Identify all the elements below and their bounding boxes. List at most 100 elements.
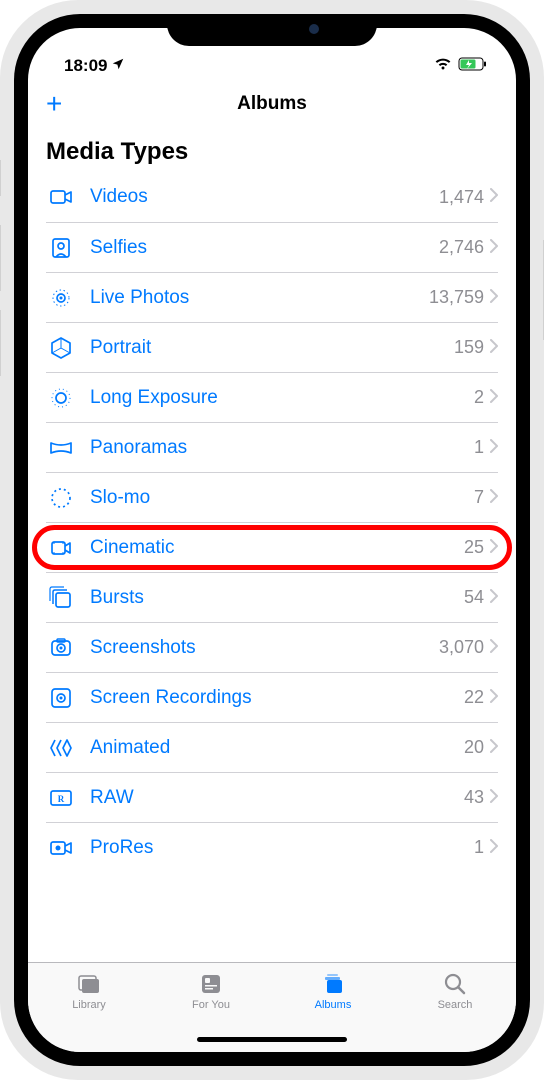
row-label: Live Photos: [90, 287, 429, 309]
animated-icon: [46, 733, 76, 763]
media-row-live[interactable]: Live Photos 13,759: [46, 272, 498, 322]
chevron-right-icon: [490, 489, 498, 507]
tab-label: Library: [72, 999, 106, 1011]
selfie-icon: [46, 233, 76, 263]
row-count: 159: [454, 337, 484, 358]
row-label: Portrait: [90, 337, 454, 359]
row-label: Animated: [90, 737, 464, 759]
live-icon: [46, 283, 76, 313]
row-count: 25: [464, 537, 484, 558]
volume-up-button: [0, 225, 1, 291]
recording-icon: [46, 683, 76, 713]
wifi-icon: [434, 56, 452, 76]
row-label: ProRes: [90, 837, 474, 859]
row-count: 1: [474, 437, 484, 458]
section-header: Media Types: [46, 138, 498, 166]
mute-switch: [0, 160, 1, 196]
video-icon: [46, 182, 76, 212]
tab-search[interactable]: Search: [394, 963, 516, 1052]
chevron-right-icon: [490, 539, 498, 557]
tab-label: Albums: [315, 999, 352, 1011]
status-right: [434, 56, 488, 76]
nav-bar: + Albums: [28, 80, 516, 128]
location-icon: [111, 56, 125, 76]
pano-icon: [46, 433, 76, 463]
chevron-right-icon: [490, 389, 498, 407]
row-count: 2: [474, 387, 484, 408]
row-count: 2,746: [439, 237, 484, 258]
add-button[interactable]: +: [46, 90, 62, 118]
status-time: 18:09: [64, 56, 107, 76]
chevron-right-icon: [490, 789, 498, 807]
media-row-pano[interactable]: Panoramas 1: [46, 422, 498, 472]
row-count: 43: [464, 787, 484, 808]
phone-bezel: 18:09 + Albums: [14, 14, 530, 1066]
chevron-right-icon: [490, 439, 498, 457]
slomo-icon: [46, 483, 76, 513]
volume-down-button: [0, 310, 1, 376]
search-tab-icon: [440, 971, 470, 997]
albums-tab-icon: [318, 971, 348, 997]
row-label: Slo-mo: [90, 487, 474, 509]
chevron-right-icon: [490, 839, 498, 857]
screenshot-icon: [46, 633, 76, 663]
row-label: Panoramas: [90, 437, 474, 459]
row-count: 1,474: [439, 187, 484, 208]
media-row-portrait[interactable]: Portrait 159: [46, 322, 498, 372]
media-row-raw[interactable]: RAW 43: [46, 772, 498, 822]
row-label: RAW: [90, 787, 464, 809]
row-label: Videos: [90, 186, 439, 208]
media-row-prores[interactable]: ProRes 1: [46, 822, 498, 872]
row-count: 7: [474, 487, 484, 508]
row-count: 20: [464, 737, 484, 758]
notch: [167, 14, 377, 46]
home-indicator[interactable]: [197, 1037, 347, 1042]
row-count: 22: [464, 687, 484, 708]
chevron-right-icon: [490, 289, 498, 307]
media-row-long[interactable]: Long Exposure 2: [46, 372, 498, 422]
phone-frame: 18:09 + Albums: [0, 0, 544, 1080]
screen: 18:09 + Albums: [28, 28, 516, 1052]
portrait-icon: [46, 333, 76, 363]
chevron-right-icon: [490, 589, 498, 607]
prores-icon: [46, 833, 76, 863]
media-row-recording[interactable]: Screen Recordings 22: [46, 672, 498, 722]
media-row-bursts[interactable]: Bursts 54: [46, 572, 498, 622]
chevron-right-icon: [490, 188, 498, 206]
row-count: 54: [464, 587, 484, 608]
bursts-icon: [46, 583, 76, 613]
chevron-right-icon: [490, 639, 498, 657]
row-label: Bursts: [90, 587, 464, 609]
status-left: 18:09: [64, 56, 125, 76]
chevron-right-icon: [490, 689, 498, 707]
long-icon: [46, 383, 76, 413]
tab-label: For You: [192, 999, 230, 1011]
media-row-slomo[interactable]: Slo-mo 7: [46, 472, 498, 522]
media-row-cinematic[interactable]: Cinematic 25: [46, 522, 498, 572]
row-count: 13,759: [429, 287, 484, 308]
cinematic-icon: [46, 533, 76, 563]
nav-title: Albums: [28, 93, 516, 115]
row-count: 3,070: [439, 637, 484, 658]
media-row-screenshot[interactable]: Screenshots 3,070: [46, 622, 498, 672]
row-label: Long Exposure: [90, 387, 474, 409]
tab-library[interactable]: Library: [28, 963, 150, 1052]
media-types-list: Videos 1,474 Selfies 2,746 Live Photos 1…: [46, 172, 498, 872]
foryou-tab-icon: [196, 971, 226, 997]
chevron-right-icon: [490, 239, 498, 257]
battery-icon: [458, 56, 488, 76]
row-label: Screen Recordings: [90, 687, 464, 709]
content-area[interactable]: Media Types Videos 1,474 Selfies 2,746 L…: [28, 128, 516, 962]
media-row-animated[interactable]: Animated 20: [46, 722, 498, 772]
row-label: Cinematic: [90, 537, 464, 559]
chevron-right-icon: [490, 739, 498, 757]
library-tab-icon: [74, 971, 104, 997]
row-label: Selfies: [90, 237, 439, 259]
media-row-selfie[interactable]: Selfies 2,746: [46, 222, 498, 272]
chevron-right-icon: [490, 339, 498, 357]
tab-label: Search: [438, 999, 473, 1011]
raw-icon: [46, 783, 76, 813]
row-count: 1: [474, 837, 484, 858]
row-label: Screenshots: [90, 637, 439, 659]
media-row-video[interactable]: Videos 1,474: [46, 172, 498, 222]
